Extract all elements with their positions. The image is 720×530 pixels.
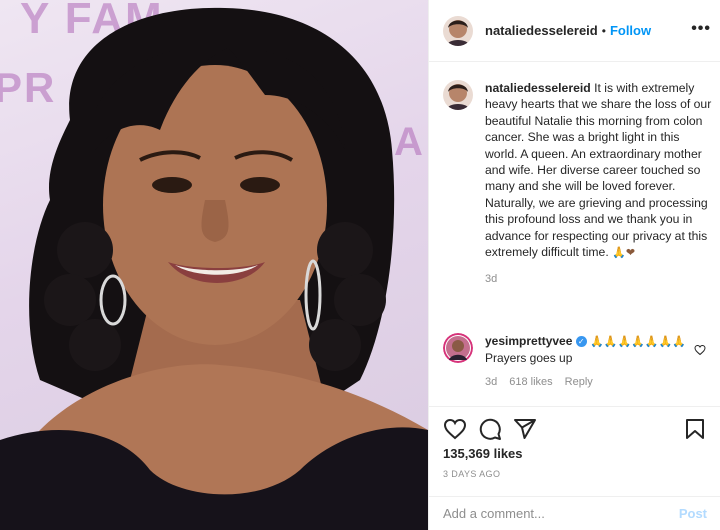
share-button[interactable]	[513, 417, 537, 446]
caption-text: It is with extremely heavy hearts that w…	[485, 81, 712, 260]
post-photo[interactable]: Y FAM PR A	[0, 0, 428, 530]
post-side-panel: nataliedesselereid • Follow ••• natalied…	[428, 0, 720, 530]
commenter-avatar[interactable]	[443, 333, 473, 363]
comment-like-icon[interactable]	[694, 343, 706, 361]
avatar-image	[443, 333, 473, 363]
post-timestamp: 3 DAYS AGO	[443, 469, 501, 479]
caption-body: nataliedesselereid It is with extremely …	[485, 80, 713, 288]
caption-time[interactable]: 3d	[485, 271, 713, 287]
portrait-illustration	[0, 7, 428, 530]
save-button[interactable]	[683, 417, 707, 446]
comment-likes[interactable]: 618 likes	[509, 374, 552, 390]
comment-body: yesimprettyvee ✓ 🙏🙏🙏🙏🙏🙏🙏 Prayers goes up…	[485, 333, 695, 390]
verified-badge-icon: ✓	[575, 336, 587, 348]
avatar[interactable]	[443, 80, 473, 110]
follow-button[interactable]: Follow	[610, 23, 651, 38]
action-bar	[429, 406, 720, 446]
post-caption: nataliedesselereid It is with extremely …	[443, 80, 713, 288]
comment-meta: 3d 618 likes Reply	[485, 374, 695, 390]
like-button[interactable]	[443, 417, 467, 446]
comment-emoji: 🙏🙏🙏🙏🙏🙏🙏	[590, 335, 686, 348]
instagram-post: Y FAM PR A nataliedesselereid • Follow •…	[0, 0, 720, 530]
comment-icon	[479, 418, 501, 440]
add-comment-input[interactable]	[443, 506, 679, 521]
header-username[interactable]: nataliedesselereid	[485, 23, 598, 38]
post-comment-button[interactable]: Post	[679, 506, 707, 521]
comment-username[interactable]: yesimprettyvee	[485, 334, 572, 348]
heart-icon	[443, 418, 467, 440]
post-header: nataliedesselereid • Follow •••	[429, 0, 720, 62]
share-icon	[514, 419, 536, 439]
comment-button[interactable]	[478, 417, 502, 446]
caption-emoji: 🙏❤	[612, 246, 636, 260]
avatar[interactable]	[443, 15, 473, 46]
more-icon[interactable]: •••	[691, 20, 711, 38]
heart-icon	[694, 344, 706, 356]
comment-text: Prayers goes up	[485, 351, 573, 365]
reply-button[interactable]: Reply	[565, 374, 593, 390]
likes-count[interactable]: 135,369 likes	[443, 446, 523, 461]
caption-username[interactable]: nataliedesselereid	[485, 81, 591, 95]
avatar-image	[443, 80, 473, 110]
comment-time[interactable]: 3d	[485, 374, 497, 390]
add-comment-bar: Post	[429, 496, 720, 530]
avatar-image	[443, 15, 473, 46]
bookmark-icon	[686, 419, 704, 439]
header-separator: •	[601, 23, 606, 38]
comment-item: yesimprettyvee ✓ 🙏🙏🙏🙏🙏🙏🙏 Prayers goes up…	[443, 333, 713, 390]
